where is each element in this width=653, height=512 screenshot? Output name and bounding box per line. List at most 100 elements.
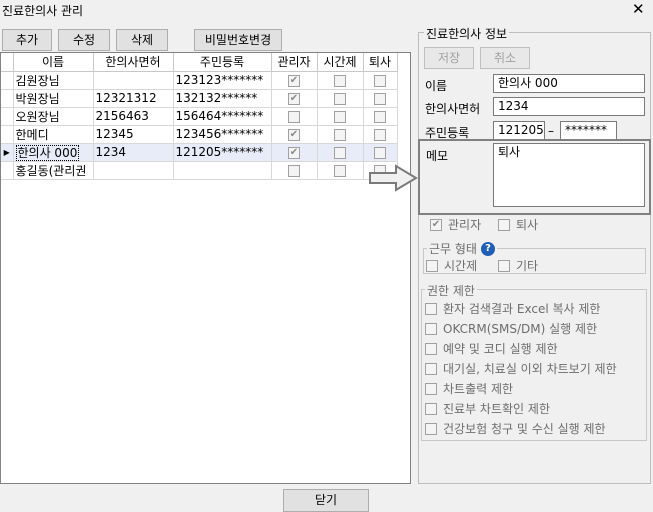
parttime-checkbox-box[interactable]	[426, 259, 438, 272]
retired-checkbox[interactable]	[374, 128, 386, 141]
memo-field[interactable]: 퇴사	[493, 143, 645, 207]
name-cell[interactable]: 한의사 000	[13, 143, 94, 162]
admin-checkbox[interactable]: 관리자	[430, 216, 481, 233]
parttime-checkbox[interactable]: 시간제	[426, 257, 477, 274]
row-header[interactable]	[1, 71, 14, 90]
parttime-cell[interactable]	[317, 89, 364, 108]
table-row[interactable]: ▶ 한의사 000 1234 121205*******	[1, 143, 398, 162]
permission-checkbox-box[interactable]	[425, 322, 437, 335]
table-row[interactable]: 한메디 12345 123456*******	[1, 125, 398, 144]
permission-checkbox-box[interactable]	[425, 402, 437, 415]
ssn-front-field[interactable]: 121205	[493, 121, 545, 140]
ssn-cell[interactable]: 123123*******	[173, 71, 272, 90]
license-cell[interactable]	[93, 161, 174, 180]
row-header[interactable]	[1, 89, 14, 108]
close-icon[interactable]: ✕	[632, 1, 645, 17]
column-header-parttime[interactable]: 시간제	[317, 53, 364, 72]
doctor-grid[interactable]: 이름 한의사면허 주민등록 관리자 시간제 퇴사 김원장님 123123*****…	[0, 52, 411, 484]
retired-checkbox[interactable]	[374, 110, 386, 123]
admin-checkbox[interactable]	[288, 92, 300, 105]
ssn-cell[interactable]: 121205*******	[173, 143, 272, 162]
permission-checkbox[interactable]: OKCRM(SMS/DM) 실행 제한	[425, 320, 597, 337]
license-cell[interactable]: 12321312	[93, 89, 174, 108]
permission-checkbox-box[interactable]	[425, 422, 437, 435]
ssn-cell[interactable]: 123456*******	[173, 125, 272, 144]
permission-checkbox[interactable]: 환자 검색결과 Excel 복사 제한	[425, 300, 600, 317]
other-checkbox[interactable]: 기타	[498, 257, 538, 274]
permission-checkbox-box[interactable]	[425, 362, 437, 375]
parttime-cell[interactable]	[317, 161, 364, 180]
admin-checkbox[interactable]	[288, 74, 300, 87]
column-header-ssn[interactable]: 주민등록	[173, 53, 272, 72]
row-header[interactable]: ▶	[1, 143, 14, 162]
license-cell[interactable]	[93, 71, 174, 90]
retired-checkbox[interactable]	[374, 74, 386, 87]
admin-checkbox[interactable]	[288, 110, 300, 123]
permission-checkbox[interactable]: 차트출력 제한	[425, 380, 513, 397]
column-header-license[interactable]: 한의사면허	[93, 53, 174, 72]
parttime-cell[interactable]	[317, 125, 364, 144]
cancel-button[interactable]: 취소	[480, 47, 530, 69]
row-header[interactable]	[1, 125, 14, 144]
license-cell[interactable]: 2156463	[93, 107, 174, 126]
parttime-cell[interactable]	[317, 143, 364, 162]
save-button[interactable]: 저장	[424, 47, 474, 69]
permission-checkbox[interactable]: 건강보험 청구 및 수신 실행 제한	[425, 420, 606, 437]
edit-button[interactable]: 수정	[58, 29, 110, 51]
retired-checkbox[interactable]: 퇴사	[498, 216, 538, 233]
delete-button[interactable]: 삭제	[116, 29, 168, 51]
parttime-cell[interactable]	[317, 71, 364, 90]
admin-cell[interactable]	[271, 71, 318, 90]
column-header-retired[interactable]: 퇴사	[363, 53, 398, 72]
row-header[interactable]	[1, 161, 14, 180]
permission-checkbox-box[interactable]	[425, 302, 437, 315]
name-cell[interactable]: 오원장님	[13, 107, 94, 126]
table-row[interactable]: 김원장님 123123*******	[1, 71, 398, 90]
column-header-admin[interactable]: 관리자	[271, 53, 318, 72]
permission-checkbox-box[interactable]	[425, 382, 437, 395]
close-button[interactable]: 닫기	[283, 489, 369, 512]
admin-checkbox[interactable]	[288, 164, 300, 177]
other-checkbox-box[interactable]	[498, 259, 510, 272]
table-row[interactable]: 홍길동(관리권	[1, 161, 398, 180]
ssn-cell[interactable]: 132132******	[173, 89, 272, 108]
parttime-checkbox[interactable]	[334, 110, 346, 123]
retired-checkbox-box[interactable]	[498, 218, 510, 231]
admin-checkbox[interactable]	[288, 128, 300, 141]
row-header[interactable]	[1, 107, 14, 126]
name-cell[interactable]: 한메디	[13, 125, 94, 144]
admin-cell[interactable]	[271, 107, 318, 126]
admin-cell[interactable]	[271, 161, 318, 180]
change-password-button[interactable]: 비밀번호변경	[194, 29, 282, 51]
retired-cell[interactable]	[363, 143, 398, 162]
ssn-back-field[interactable]: *******	[560, 121, 617, 140]
admin-cell[interactable]	[271, 143, 318, 162]
license-cell[interactable]: 12345	[93, 125, 174, 144]
admin-cell[interactable]	[271, 125, 318, 144]
parttime-checkbox[interactable]	[334, 128, 346, 141]
help-icon[interactable]: ?	[480, 241, 495, 256]
table-row[interactable]: 오원장님 2156463 156464*******	[1, 107, 398, 126]
name-cell[interactable]: 박원장님	[13, 89, 94, 108]
name-field[interactable]: 한의사 000	[493, 74, 645, 93]
parttime-checkbox[interactable]	[334, 92, 346, 105]
permission-checkbox[interactable]: 예약 및 코디 실행 제한	[425, 340, 558, 357]
retired-checkbox[interactable]	[374, 92, 386, 105]
parttime-cell[interactable]	[317, 107, 364, 126]
permission-checkbox-box[interactable]	[425, 342, 437, 355]
add-button[interactable]: 추가	[2, 29, 52, 51]
ssn-cell[interactable]	[173, 161, 272, 180]
parttime-checkbox[interactable]	[334, 146, 346, 159]
name-cell[interactable]: 김원장님	[13, 71, 94, 90]
admin-checkbox[interactable]	[288, 146, 300, 159]
retired-cell[interactable]	[363, 89, 398, 108]
parttime-checkbox[interactable]	[334, 74, 346, 87]
retired-cell[interactable]	[363, 107, 398, 126]
name-cell[interactable]: 홍길동(관리권	[13, 161, 94, 180]
retired-checkbox[interactable]	[374, 146, 386, 159]
permission-checkbox[interactable]: 대기실, 치료실 이외 차트보기 제한	[425, 360, 617, 377]
license-field[interactable]: 1234	[493, 97, 645, 116]
retired-cell[interactable]	[363, 71, 398, 90]
table-row[interactable]: 박원장님 12321312 132132******	[1, 89, 398, 108]
license-cell[interactable]: 1234	[93, 143, 174, 162]
